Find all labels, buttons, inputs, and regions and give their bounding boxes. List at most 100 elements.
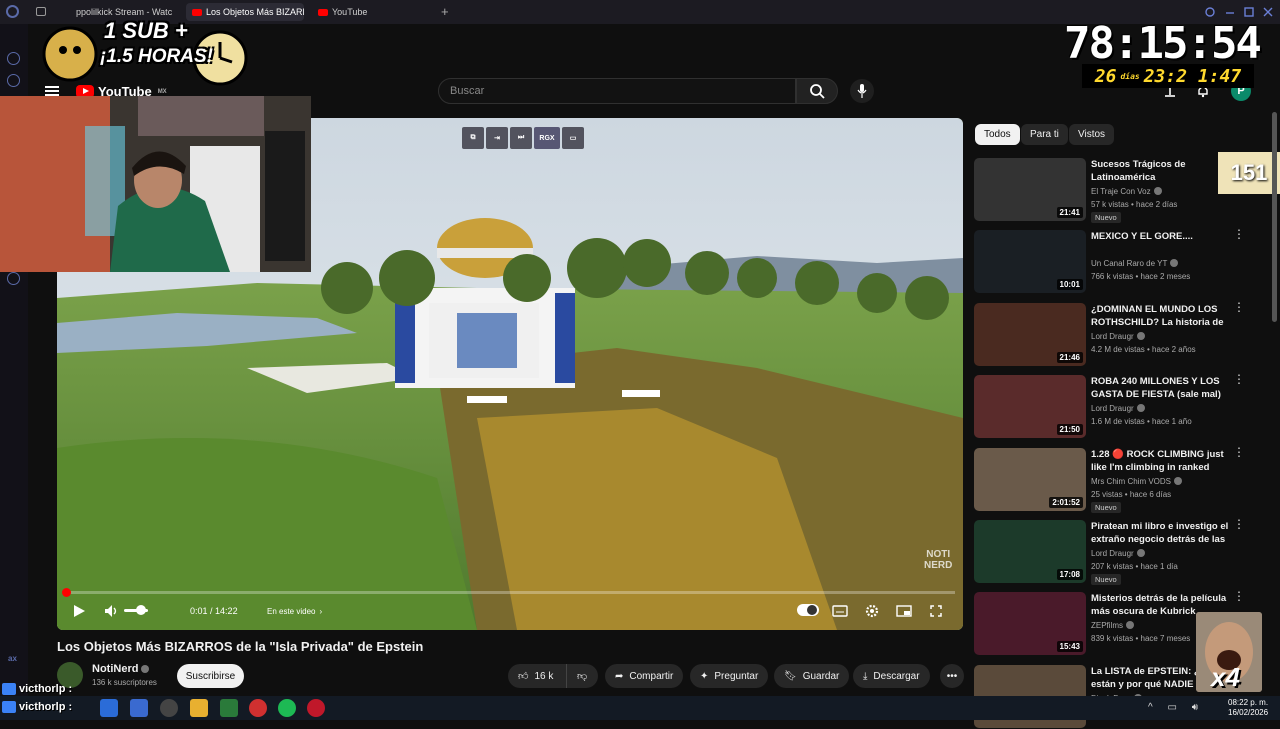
new-tab-button[interactable]: + — [441, 4, 449, 19]
dislike-button[interactable]: 👎︎ — [566, 664, 598, 688]
video-thumbnail[interactable]: 17:08 — [974, 520, 1086, 583]
chip-para-ti[interactable]: Para ti — [1021, 124, 1068, 145]
scrubber-handle[interactable] — [62, 588, 71, 597]
more-vertical-icon[interactable]: ⋮ — [1233, 228, 1245, 240]
chip-vistos[interactable]: Vistos — [1069, 124, 1115, 145]
share-label: Compartir — [629, 670, 674, 682]
spotify-icon[interactable] — [278, 699, 296, 717]
file-explorer-icon[interactable] — [190, 699, 208, 717]
recommendation-channel[interactable]: Lord Draugr — [1091, 331, 1145, 343]
more-vertical-icon[interactable]: ⋮ — [1233, 446, 1245, 458]
miniplayer-icon[interactable]: ▭ — [562, 127, 584, 149]
more-actions-button[interactable]: ••• — [940, 664, 964, 688]
recommendation-item[interactable]: 2:01:52 1.28 🔴 ROCK CLIMBING just like I'… — [974, 446, 1245, 513]
xbox-icon[interactable] — [220, 699, 238, 717]
window-controls[interactable] — [1204, 6, 1274, 18]
thumbs-down-icon: 👎︎ — [577, 671, 588, 682]
recommendation-title[interactable]: ¿DOMINAN EL MUNDO LOS ROTHSCHILD? La his… — [1091, 303, 1231, 329]
recommendation-channel[interactable]: ZEPfilms — [1091, 620, 1134, 632]
share-icon: ➦ — [615, 670, 624, 682]
extension-icon[interactable]: ax — [8, 654, 17, 663]
recommendation-title[interactable]: ROBA 240 MILLONES Y LOS GASTA DE FIESTA … — [1091, 375, 1231, 401]
more-vertical-icon[interactable]: ⋮ — [1233, 590, 1245, 602]
subscribe-button[interactable]: Suscribirse — [177, 664, 244, 688]
popout-icon[interactable]: ⧉ — [462, 127, 484, 149]
recommendation-meta: 25 vistas • hace 6 días — [1091, 489, 1172, 499]
recommendation-title[interactable]: 1.28 🔴 ROCK CLIMBING just like I'm climb… — [1091, 448, 1231, 474]
sidebar-scrollbar[interactable] — [1272, 112, 1277, 322]
exit-icon[interactable]: ⇥ — [486, 127, 508, 149]
recommendation-title[interactable]: Piratean mi libro e investigo el extraño… — [1091, 520, 1231, 546]
recommendation-channel[interactable]: Lord Draugr — [1091, 548, 1145, 560]
recommendation-channel[interactable]: El Traje Con Voz — [1091, 186, 1162, 198]
video-thumbnail[interactable]: 21:41 — [974, 158, 1086, 221]
chapter-button[interactable]: En este video › — [267, 603, 322, 619]
search-icon — [810, 84, 825, 99]
opera-gx-icon[interactable] — [307, 699, 325, 717]
recommendation-channel[interactable]: Mrs Chim Chim VODS — [1091, 476, 1183, 488]
workspace-icon[interactable] — [7, 74, 20, 87]
verified-icon — [141, 665, 150, 673]
volume-button[interactable] — [104, 603, 118, 619]
share-button[interactable]: ➦ Compartir — [605, 664, 684, 688]
tab-youtube[interactable]: YouTube — [312, 3, 432, 21]
duration-badge: 21:46 — [1056, 351, 1083, 363]
save-button[interactable]: 🔖︎ Guardar — [774, 664, 850, 688]
rgx-button[interactable]: RGX — [534, 127, 560, 149]
video-thumbnail[interactable]: 21:50 — [974, 375, 1086, 439]
volume-knob[interactable] — [136, 605, 146, 615]
chip-todos[interactable]: Todos — [975, 124, 1020, 145]
voice-search-button[interactable] — [850, 79, 874, 103]
more-horizontal-icon: ••• — [946, 670, 958, 682]
store-icon[interactable] — [130, 699, 148, 717]
recommendation-item[interactable]: 10:01 MEXICO Y EL GORE.... Un Canal Raro d… — [974, 228, 1245, 294]
subtitles-button[interactable] — [832, 603, 848, 619]
more-vertical-icon[interactable]: ⋮ — [1233, 518, 1245, 530]
recommendation-item[interactable]: 21:46 ¿DOMINAN EL MUNDO LOS ROTHSCHILD? L… — [974, 301, 1245, 367]
settings-icon[interactable] — [7, 272, 20, 285]
ask-button[interactable]: ✦ Preguntar — [690, 664, 769, 688]
fullscreen-button[interactable] — [930, 603, 942, 619]
recommendation-channel[interactable]: Lord Draugr — [1091, 403, 1145, 415]
recommendation-item[interactable]: 21:41 Sucesos Trágicos de Latinoamérica El… — [974, 158, 1239, 223]
play-button[interactable] — [72, 603, 86, 619]
recommendation-title[interactable]: MEXICO Y EL GORE.... — [1091, 230, 1231, 243]
save-label: Guardar — [802, 670, 840, 682]
opera-icon[interactable] — [6, 5, 19, 18]
recommendation-item[interactable]: 21:50 ROBA 240 MILLONES Y LOS GASTA DE FI… — [974, 373, 1245, 439]
video-extension-toolbar: ⧉ ⇥ ⏭ RGX ▭ — [462, 127, 584, 149]
recommendation-title[interactable]: Sucesos Trágicos de Latinoamérica — [1091, 158, 1231, 184]
skip-icon[interactable]: ⏭ — [510, 127, 532, 149]
download-button[interactable]: ⤓ Descargar — [853, 664, 930, 688]
miniplayer-button[interactable] — [896, 603, 912, 619]
tray-icons[interactable]: ^ ▭ 🔊︎ — [1148, 702, 1204, 713]
streamer-webcam — [0, 96, 311, 272]
obs-icon[interactable] — [249, 699, 267, 717]
duration-badge: 15:43 — [1056, 641, 1083, 653]
steam-icon[interactable] — [160, 699, 178, 717]
taskview-icon[interactable] — [100, 699, 118, 717]
more-vertical-icon[interactable]: ⋮ — [1233, 373, 1245, 385]
verified-icon — [1174, 476, 1183, 485]
progress-bar[interactable] — [65, 591, 955, 594]
recommendation-item[interactable]: 17:08 Piratean mi libro e investigo el ex… — [974, 518, 1245, 585]
video-thumbnail[interactable]: 10:01 — [974, 230, 1086, 294]
settings-button[interactable] — [865, 603, 879, 619]
subtitles-icon — [832, 605, 848, 617]
messenger-icon[interactable] — [7, 52, 20, 65]
recommendation-meta: 1.6 M de vistas • hace 1 año — [1091, 417, 1192, 427]
recommendation-channel[interactable]: Un Canal Raro de YT — [1091, 258, 1179, 270]
channel-watermark: NOTI NERD — [924, 549, 952, 571]
search-input[interactable]: Buscar — [438, 78, 796, 104]
system-clock[interactable]: 08:22 p. m. 16/02/2026 — [1228, 698, 1268, 718]
elapsed-days: 26 — [1094, 65, 1117, 87]
like-button[interactable]: 👍︎ 16 k — [508, 664, 566, 688]
channel-name[interactable]: NotiNerd — [92, 663, 150, 675]
video-thumbnail[interactable]: 15:43 — [974, 592, 1086, 656]
video-thumbnail[interactable]: 21:46 — [974, 302, 1086, 366]
autoplay-toggle[interactable] — [797, 604, 819, 616]
more-vertical-icon[interactable]: ⋮ — [1233, 301, 1245, 313]
search-button[interactable] — [796, 78, 838, 104]
verified-icon — [1170, 259, 1179, 268]
video-thumbnail[interactable]: 2:01:52 — [974, 447, 1086, 511]
